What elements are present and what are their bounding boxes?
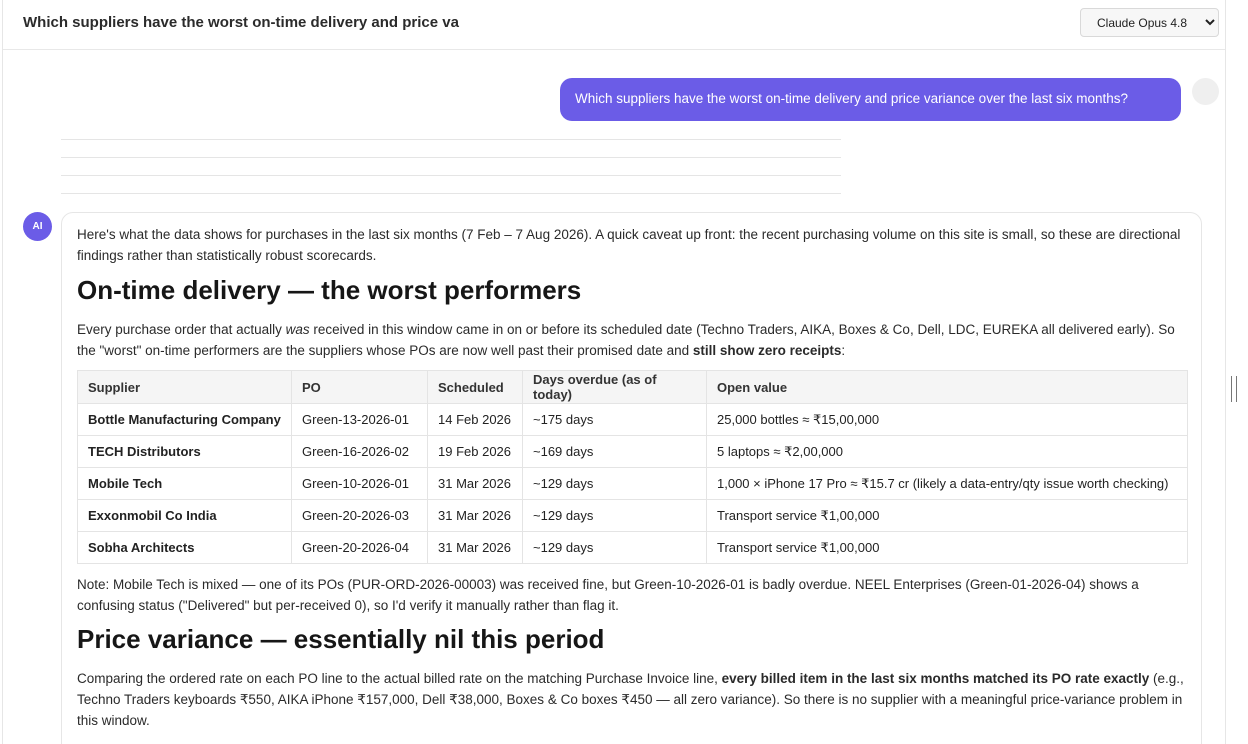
cell-scheduled: 31 Mar 2026 xyxy=(427,499,523,532)
column-header-po: PO xyxy=(291,370,428,404)
table-row: TECH Distributors Green-16-2026-02 19 Fe… xyxy=(77,435,1188,468)
table-row: Mobile Tech Green-10-2026-01 31 Mar 2026… xyxy=(77,467,1188,500)
cell-overdue: ~169 days xyxy=(522,435,707,468)
user-avatar xyxy=(1192,78,1219,105)
cell-overdue: ~175 days xyxy=(522,403,707,436)
cell-open-value: 25,000 bottles ≈ ₹15,00,000 xyxy=(706,403,1188,436)
placeholder-line xyxy=(61,175,841,176)
cell-po: Green-16-2026-02 xyxy=(291,435,428,468)
section-heading-on-time: On-time delivery — the worst performers xyxy=(77,275,582,305)
panel-resize-handle[interactable] xyxy=(1231,376,1237,402)
assistant-message: Here's what the data shows for purchases… xyxy=(61,212,1202,744)
cell-overdue: ~129 days xyxy=(522,467,707,500)
price-variance-paragraph: Comparing the ordered rate on each PO li… xyxy=(77,668,1188,731)
cell-open-value: Transport service ₹1,00,000 xyxy=(706,531,1188,564)
column-header-days-overdue: Days overdue (as of today) xyxy=(522,370,707,404)
assistant-message-content: Here's what the data shows for purchases… xyxy=(77,213,1188,731)
table-row: Sobha Architects Green-20-2026-04 31 Mar… xyxy=(77,531,1188,564)
cell-open-value: Transport service ₹1,00,000 xyxy=(706,499,1188,532)
user-message-bubble: Which suppliers have the worst on-time d… xyxy=(560,78,1181,121)
cell-scheduled: 31 Mar 2026 xyxy=(427,467,523,500)
cell-supplier: Sobha Architects xyxy=(77,531,292,564)
note-paragraph: Note: Mobile Tech is mixed — one of its … xyxy=(77,577,1139,613)
text-span: Comparing the ordered rate on each PO li… xyxy=(77,671,722,686)
cell-supplier: TECH Distributors xyxy=(77,435,292,468)
column-header-scheduled: Scheduled xyxy=(427,370,523,404)
cell-po: Green-13-2026-01 xyxy=(291,403,428,436)
cell-supplier: Exxonmobil Co India xyxy=(77,499,292,532)
cell-scheduled: 19 Feb 2026 xyxy=(427,435,523,468)
table-header-row: Supplier PO Scheduled Days overdue (as o… xyxy=(77,370,1188,404)
placeholder-line xyxy=(61,157,841,158)
cell-scheduled: 31 Mar 2026 xyxy=(427,531,523,564)
cell-po: Green-20-2026-04 xyxy=(291,531,428,564)
placeholder-line xyxy=(61,139,841,140)
text-span: Every purchase order that actually xyxy=(77,322,286,337)
cell-open-value: 1,000 × iPhone 17 Pro ≈ ₹15.7 cr (likely… xyxy=(706,467,1188,500)
table-row: Bottle Manufacturing Company Green-13-20… xyxy=(77,403,1188,436)
cell-overdue: ~129 days xyxy=(522,531,707,564)
cell-po: Green-20-2026-03 xyxy=(291,499,428,532)
strong-text: still show zero receipts xyxy=(692,343,842,358)
placeholder-line xyxy=(61,193,841,194)
assistant-avatar: AI xyxy=(23,212,52,241)
on-time-paragraph: Every purchase order that actually was r… xyxy=(77,319,1188,361)
cell-supplier: Mobile Tech xyxy=(77,467,292,500)
cell-overdue: ~129 days xyxy=(522,499,707,532)
chat-header: Which suppliers have the worst on-time d… xyxy=(3,0,1225,50)
cell-open-value: 5 laptops ≈ ₹2,00,000 xyxy=(706,435,1188,468)
intro-paragraph: Here's what the data shows for purchases… xyxy=(77,227,1181,263)
strong-text: every billed item in the last six months… xyxy=(721,671,1150,686)
model-select[interactable]: Claude Opus 4.8 xyxy=(1080,8,1219,37)
table-row: Exxonmobil Co India Green-20-2026-03 31 … xyxy=(77,499,1188,532)
cell-po: Green-10-2026-01 xyxy=(291,467,428,500)
text-span: : xyxy=(841,343,846,358)
overdue-suppliers-table: Supplier PO Scheduled Days overdue (as o… xyxy=(77,370,1188,564)
cell-supplier: Bottle Manufacturing Company xyxy=(77,403,292,436)
chat-title: Which suppliers have the worst on-time d… xyxy=(23,14,459,31)
emphasis-text: was xyxy=(285,322,310,337)
column-header-supplier: Supplier xyxy=(77,370,292,404)
section-heading-price-variance: Price variance — essentially nil this pe… xyxy=(77,624,605,654)
column-header-open-value: Open value xyxy=(706,370,1188,404)
cell-scheduled: 14 Feb 2026 xyxy=(427,403,523,436)
chat-app: Which suppliers have the worst on-time d… xyxy=(2,0,1226,744)
